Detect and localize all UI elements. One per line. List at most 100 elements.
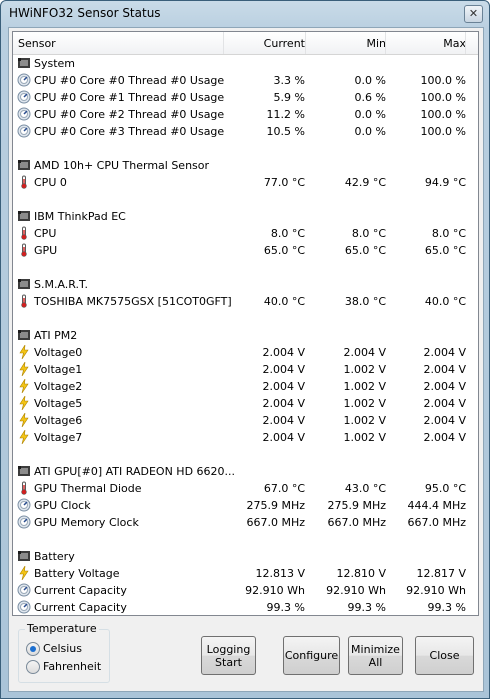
column-divider[interactable] — [385, 32, 386, 54]
sensor-name: Voltage6 — [34, 414, 83, 427]
sensor-name: Voltage0 — [34, 346, 83, 359]
fahrenheit-label[interactable]: Fahrenheit — [43, 660, 101, 673]
thermometer-icon — [17, 294, 31, 308]
sensor-max-value: 2.004 V — [423, 380, 466, 393]
sensor-row[interactable]: Voltage1 2.004 V 1.002 V 2.004 V — [13, 361, 478, 378]
lightning-icon — [17, 378, 31, 394]
sensor-current-value: 11.2 % — [266, 108, 305, 121]
sensor-row[interactable]: CPU #0 Core #1 Thread #0 Usage 5.9 % 0.6 %… — [13, 89, 478, 106]
sensor-row[interactable]: TOSHIBA MK7575GSX [51COT0GFT] 40.0 °C 38.0… — [13, 293, 478, 310]
sensor-group-name: S.M.A.R.T. — [34, 278, 88, 291]
lightning-icon — [17, 395, 31, 411]
column-divider[interactable] — [223, 32, 224, 54]
title-bar[interactable]: HWiNFO32 Sensor Status ✕ — [1, 1, 489, 27]
sensor-group-row[interactable]: Battery — [13, 548, 478, 565]
column-divider[interactable] — [465, 32, 466, 54]
sensor-group-name: ATI GPU[#0] ATI RADEON HD 6620... — [34, 465, 236, 478]
sensor-current-value: 77.0 °C — [263, 176, 305, 189]
thermometer-icon — [17, 175, 31, 189]
configure-label: Configure — [284, 649, 339, 662]
sensor-name: GPU Memory Clock — [34, 516, 139, 529]
sensor-max-value: 100.0 % — [420, 91, 466, 104]
minimize-all-button[interactable]: Minimize All — [348, 636, 403, 675]
sensor-max-value: 12.817 V — [416, 567, 466, 580]
lightning-icon — [17, 361, 31, 377]
sensor-group-row[interactable]: ATI PM2 — [13, 327, 478, 344]
celsius-radio[interactable] — [26, 642, 40, 656]
sensor-row[interactable]: CPU 0 77.0 °C 42.9 °C 94.9 °C — [13, 174, 478, 191]
chip-icon — [17, 158, 31, 172]
sensor-row[interactable]: Current Capacity 92.910 Wh 92.910 Wh 92.910… — [13, 582, 478, 599]
gauge-icon — [17, 73, 31, 87]
sensor-max-value: 2.004 V — [423, 431, 466, 444]
sensor-name: Current Capacity — [34, 601, 127, 614]
sensor-row[interactable]: GPU Clock 275.9 MHz 275.9 MHz 444.4 MHz — [13, 497, 478, 514]
sensor-group-row[interactable]: AMD 10h+ CPU Thermal Sensor — [13, 157, 478, 174]
sensor-group-row[interactable]: System — [13, 55, 478, 72]
sensor-row[interactable]: GPU 65.0 °C 65.0 °C 65.0 °C — [13, 242, 478, 259]
sensor-max-value: 2.004 V — [423, 397, 466, 410]
sensor-current-value: 2.004 V — [262, 380, 305, 393]
column-header-current[interactable]: Current — [264, 37, 305, 51]
gauge-icon — [17, 90, 31, 104]
fahrenheit-radio[interactable] — [26, 660, 40, 674]
column-header-sensor[interactable]: Sensor — [18, 37, 56, 51]
sensor-list[interactable]: Sensor Current Min Max System CPU #0 Core… — [12, 31, 479, 616]
sensor-current-value: 12.813 V — [255, 567, 305, 580]
column-header-max[interactable]: Max — [443, 37, 466, 51]
sensor-row[interactable]: Voltage2 2.004 V 1.002 V 2.004 V — [13, 378, 478, 395]
sensor-group-row[interactable]: S.M.A.R.T. — [13, 276, 478, 293]
gauge-icon — [17, 515, 31, 529]
configure-button[interactable]: Configure — [283, 636, 340, 675]
sensor-row[interactable]: CPU 8.0 °C 8.0 °C 8.0 °C — [13, 225, 478, 242]
sensor-min-value: 8.0 °C — [351, 227, 386, 240]
sensor-group-row[interactable]: ATI GPU[#0] ATI RADEON HD 6620... — [13, 463, 478, 480]
sensor-group-name: IBM ThinkPad EC — [34, 210, 126, 223]
sensor-row[interactable]: CPU #0 Core #0 Thread #0 Usage 3.3 % 0.0 %… — [13, 72, 478, 89]
sensor-row[interactable]: Voltage5 2.004 V 1.002 V 2.004 V — [13, 395, 478, 412]
window-close-button[interactable]: ✕ — [464, 5, 483, 23]
sensor-min-value: 1.002 V — [343, 431, 386, 444]
sensor-row[interactable]: Battery Voltage 12.813 V 12.810 V 12.817 V — [13, 565, 478, 582]
sensor-min-value: 1.002 V — [343, 397, 386, 410]
close-button[interactable]: Close — [415, 636, 474, 675]
sensor-name: Voltage5 — [34, 397, 83, 410]
thermometer-icon — [17, 481, 31, 495]
sensor-name: Voltage7 — [34, 431, 83, 444]
sensor-row[interactable]: Voltage6 2.004 V 1.002 V 2.004 V — [13, 412, 478, 429]
column-header-min[interactable]: Min — [366, 37, 386, 51]
sensor-current-value: 67.0 °C — [263, 482, 305, 495]
sensor-row[interactable]: GPU Memory Clock 667.0 MHz 667.0 MHz 667.0 … — [13, 514, 478, 531]
sensor-row[interactable]: Current Capacity 99.3 % 99.3 % 99.3 % — [13, 599, 478, 615]
lightning-icon — [17, 565, 31, 581]
sensor-group-row[interactable]: IBM ThinkPad EC — [13, 208, 478, 225]
sensor-current-value: 10.5 % — [266, 125, 305, 138]
gauge-icon — [17, 600, 31, 614]
client-area: Sensor Current Min Max System CPU #0 Core… — [8, 27, 484, 692]
column-divider[interactable] — [305, 32, 306, 54]
gauge-icon — [17, 124, 31, 138]
sensor-name: CPU #0 Core #0 Thread #0 Usage — [34, 74, 225, 87]
sensor-max-value: 100.0 % — [420, 108, 466, 121]
logging-start-button[interactable]: Logging Start — [201, 636, 256, 675]
sensor-max-value: 99.3 % — [427, 601, 466, 614]
sensor-current-value: 5.9 % — [273, 91, 305, 104]
sensor-row[interactable]: Voltage7 2.004 V 1.002 V 2.004 V — [13, 429, 478, 446]
sensor-row[interactable]: Voltage0 2.004 V 2.004 V 2.004 V — [13, 344, 478, 361]
sensor-row[interactable]: CPU #0 Core #2 Thread #0 Usage 11.2 % 0.0 … — [13, 106, 478, 123]
sensor-min-value: 12.810 V — [336, 567, 386, 580]
sensor-row[interactable]: GPU Thermal Diode 67.0 °C 43.0 °C 95.0 °C — [13, 480, 478, 497]
sensor-current-value: 65.0 °C — [263, 244, 305, 257]
sensor-min-value: 65.0 °C — [344, 244, 386, 257]
chip-icon — [17, 328, 31, 342]
sensor-row[interactable]: CPU #0 Core #3 Thread #0 Usage 10.5 % 0.0 … — [13, 123, 478, 140]
sensor-min-value: 667.0 MHz — [327, 516, 386, 529]
gauge-icon — [17, 107, 31, 121]
celsius-label[interactable]: Celsius — [43, 642, 82, 655]
sensor-min-value: 1.002 V — [343, 380, 386, 393]
